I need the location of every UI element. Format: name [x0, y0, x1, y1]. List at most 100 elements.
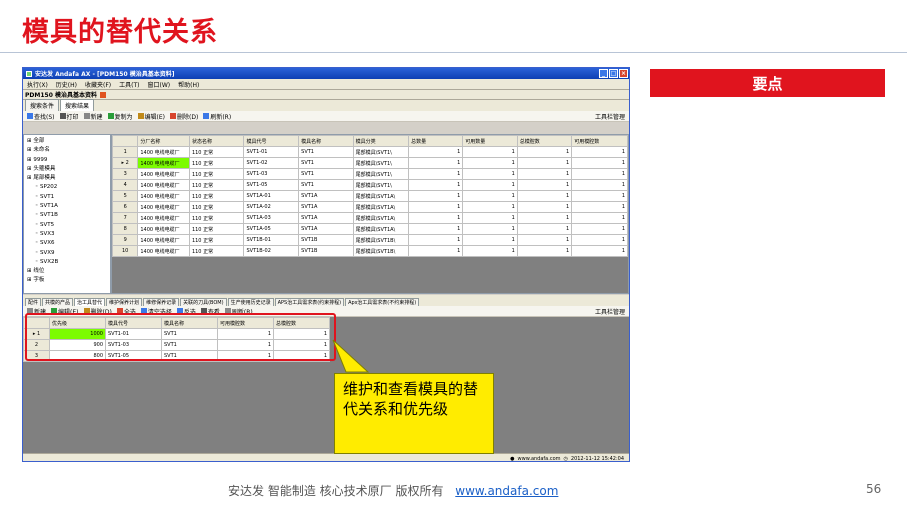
footer-link[interactable]: www.andafa.com: [455, 484, 558, 498]
table-row[interactable]: 1 1400 电线电缆厂 110 正常 SVT1-01 SVT1 尾部模具\SVT1\ 1 1…: [112, 146, 628, 158]
tree-item[interactable]: ◦ SP202: [27, 183, 107, 192]
tree-item[interactable]: ⊞ 未命名: [27, 146, 107, 155]
menu-item-3[interactable]: 工具(T): [119, 80, 139, 89]
window-title: 安达发 Andafa AX - [PDM150 模治具基本资料]: [35, 71, 175, 78]
mold-table: 分厂名称 状态名称 模具代号 模具名称 模具分类 总数量 可用数量 总模腔数 可用模腔数 1 140…: [112, 135, 628, 257]
table-cell: 1: [516, 168, 573, 180]
column-header[interactable]: 可用数量: [462, 135, 518, 147]
menu-item-2[interactable]: 收藏夹(F): [85, 80, 111, 89]
table-cell: 1: [462, 223, 518, 235]
tree-item[interactable]: ⊞ 字板: [27, 276, 107, 285]
row-number: 4: [112, 179, 139, 191]
table-cell: 1400 电线电缆厂: [137, 223, 190, 235]
tree-item[interactable]: ⊞ 全部: [27, 137, 107, 146]
detail-tab-6[interactable]: 生产使用历史记录: [227, 298, 274, 306]
toolbar-manage-button[interactable]: 工具栏管理: [595, 112, 629, 121]
tree-item[interactable]: ◦ SVT1: [27, 193, 107, 202]
table-row[interactable]: 7 1400 电线电缆厂 110 正常 SVT1A-03 SVT1A 尾部模具\SVT1A…: [112, 212, 628, 224]
toolbar-button-2[interactable]: 新建: [83, 112, 103, 121]
tab-search-conditions[interactable]: 搜索条件: [25, 99, 60, 111]
toolbar-button-0[interactable]: 查找(S): [27, 112, 55, 121]
table-row[interactable]: 4 1400 电线电缆厂 110 正常 SVT1-05 SVT1 尾部模具\SVT1\ 1 1…: [112, 179, 628, 191]
tree-item[interactable]: ◦ SVT1B: [27, 211, 107, 220]
toolbar-label-3: 复制为: [114, 113, 133, 121]
tree-item[interactable]: ⊞ 9999: [27, 156, 107, 165]
table-cell: 1: [516, 201, 573, 213]
tree-item[interactable]: ◦ SVT5: [27, 221, 107, 230]
table-cell: 110 正常: [188, 190, 245, 202]
table-cell: SVT1: [298, 168, 354, 180]
toolbar-label-4: 编辑(E): [144, 113, 166, 121]
menu-item-0[interactable]: 执行(X): [27, 80, 48, 89]
table-cell: 1: [462, 201, 518, 213]
table-cell: 1: [408, 179, 464, 191]
detail-toolbar-manage-button[interactable]: 工具栏管理: [595, 307, 629, 316]
column-header[interactable]: 模具代号: [243, 135, 300, 147]
toolbar-button-5[interactable]: 删除(D): [170, 112, 198, 121]
toolbar-button-3[interactable]: 复制为: [107, 112, 133, 121]
row-number: 10: [112, 245, 139, 257]
table-cell: 1: [408, 234, 464, 246]
tree-item[interactable]: ◦ SVX6: [27, 239, 107, 248]
tree-item[interactable]: ⊞ 头箍模具: [27, 165, 107, 174]
app-icon: [26, 70, 32, 77]
tree-item[interactable]: ◦ SVX9: [27, 249, 107, 258]
highlight-box: [25, 313, 336, 361]
menu-item-4[interactable]: 窗口(W): [148, 80, 171, 89]
tree-item[interactable]: ⊞ 尾部模具: [27, 174, 107, 183]
tree-item[interactable]: ◦ SVX2B: [27, 258, 107, 267]
menu-item-5[interactable]: 帮助(H): [178, 80, 199, 89]
tree-item[interactable]: ◦ SVX3: [27, 230, 107, 239]
tree-item[interactable]: ⊞ 线位: [27, 267, 107, 276]
close-form-icon[interactable]: [99, 91, 106, 98]
window-titlebar[interactable]: 安达发 Andafa AX - [PDM150 模治具基本资料] _ □ ×: [23, 68, 629, 79]
table-cell: 尾部模具\SVT1\: [352, 157, 410, 169]
column-header[interactable]: 总数量: [408, 135, 464, 147]
table-cell: 1: [571, 245, 628, 257]
table-cell: 尾部模具\SVT1\: [352, 168, 410, 180]
menu-item-1[interactable]: 历史(H): [56, 80, 77, 89]
toolbar-button-4[interactable]: 编辑(E): [137, 112, 166, 121]
detail-tab-2[interactable]: 治工具替代: [74, 298, 106, 306]
detail-tab-0[interactable]: 配件: [25, 298, 42, 306]
table-cell: 1: [408, 168, 464, 180]
column-header[interactable]: 总模腔数: [516, 135, 573, 147]
table-row[interactable]: ▸ 2 1400 电线电缆厂 110 正常 SVT1-02 SVT1 尾部模具\SVT1\…: [112, 157, 628, 169]
table-cell: SVT1: [298, 157, 354, 169]
toolbar-icon-1: [59, 113, 66, 119]
table-cell: 1: [571, 190, 628, 202]
tab-search-results[interactable]: 搜索结果: [60, 99, 95, 111]
maximize-icon[interactable]: □: [609, 69, 618, 78]
detail-tab-3[interactable]: 维护保养计划: [106, 298, 143, 306]
column-header[interactable]: 模具名称: [298, 135, 354, 147]
detail-tab-4[interactable]: 维修保养记录: [143, 298, 180, 306]
column-header[interactable]: 可用模腔数: [571, 135, 628, 147]
column-header[interactable]: 模具分类: [352, 135, 410, 147]
minimize-icon[interactable]: _: [599, 69, 608, 78]
table-cell: 尾部模具\SVT1B\: [352, 245, 410, 257]
table-cell: 110 正常: [188, 245, 245, 257]
toolbar-button-6[interactable]: 刷新(R): [203, 112, 231, 121]
detail-tab-7[interactable]: APS治工具需求表(约束排程): [274, 298, 345, 306]
detail-tab-8[interactable]: Aps治工具需求表(不约束排程): [345, 298, 420, 306]
close-icon[interactable]: ×: [619, 69, 628, 78]
table-cell: SVT1B: [298, 234, 354, 246]
table-cell: 110 正常: [188, 223, 245, 235]
column-header[interactable]: 状态名称: [188, 135, 245, 147]
table-row[interactable]: 8 1400 电线电缆厂 110 正常 SVT1A-05 SVT1A 尾部模具\SVT1A…: [112, 223, 628, 235]
table-cell: 尾部模具\SVT1\: [352, 179, 410, 191]
table-row[interactable]: 3 1400 电线电缆厂 110 正常 SVT1-03 SVT1 尾部模具\SVT1\ 1 1…: [112, 168, 628, 180]
table-row[interactable]: 5 1400 电线电缆厂 110 正常 SVT1A-01 SVT1A 尾部模具\SVT1A…: [112, 190, 628, 202]
table-cell: SVT1A: [298, 190, 354, 202]
tree-item[interactable]: ◦ SVT1A: [27, 202, 107, 211]
toolbar-button-1[interactable]: 打印: [59, 112, 79, 121]
detail-tab-5[interactable]: 关联的刀具(BOM): [180, 298, 227, 306]
table-row[interactable]: 10 1400 电线电缆厂 110 正常 SVT1B-02 SVT1B 尾部模具\SVT1…: [112, 245, 628, 257]
table-cell: 1: [462, 212, 518, 224]
table-row[interactable]: 6 1400 电线电缆厂 110 正常 SVT1A-02 SVT1A 尾部模具\SVT1A…: [112, 201, 628, 213]
table-cell: 110 正常: [188, 201, 245, 213]
table-cell: 尾部模具\SVT1A\: [352, 223, 410, 235]
detail-tab-1[interactable]: 共模的产品: [42, 298, 74, 306]
column-header[interactable]: 分厂名称: [137, 135, 190, 147]
table-row[interactable]: 9 1400 电线电缆厂 110 正常 SVT1B-01 SVT1B 尾部模具\SVT1B…: [112, 234, 628, 246]
